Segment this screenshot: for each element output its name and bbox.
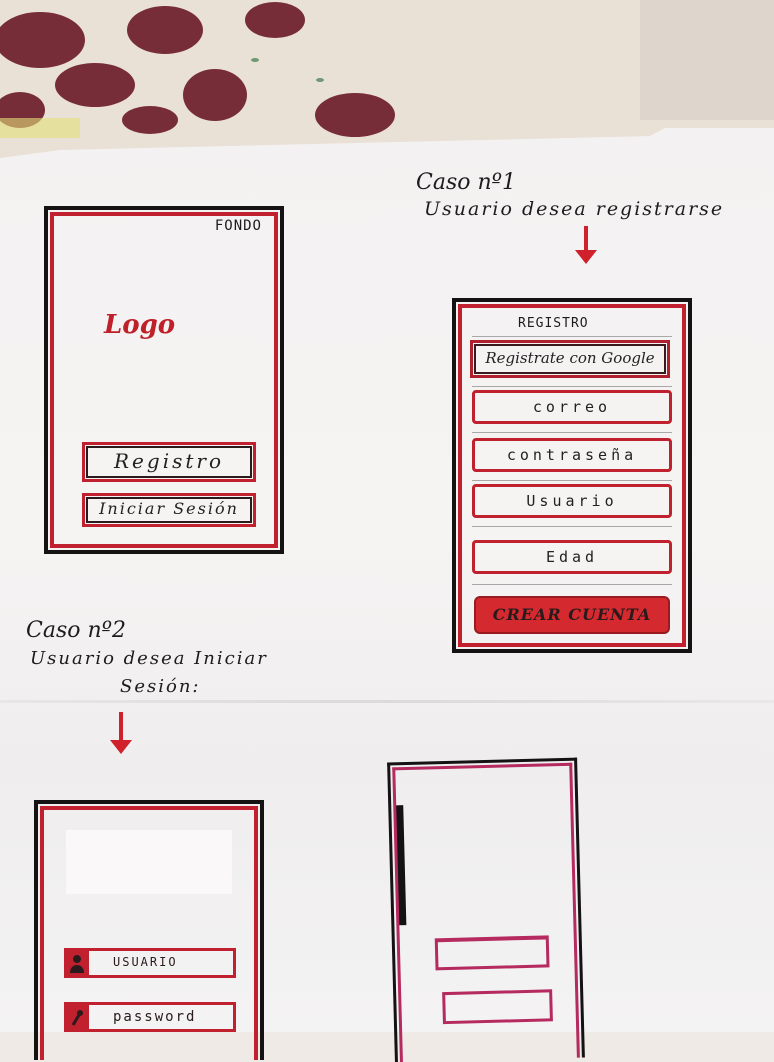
password-label: password [113,1009,197,1025]
background-note: FONDO [214,218,262,234]
username-field[interactable]: Usuario [472,484,672,518]
password-field[interactable]: contraseña [472,438,672,472]
case2-title: Caso nº2 [26,618,126,643]
logo-placeholder: Logo [104,310,176,340]
person-icon [65,949,89,977]
register-screen-mockup: REGISTRO Registrate con Google correo co… [452,298,692,653]
google-register-button[interactable]: Registrate con Google [470,340,670,378]
create-account-button[interactable]: CREAR CUENTA [474,596,670,634]
login-screen-mockup: USUARIO password [34,800,264,1060]
blank-screen-mockup [387,757,585,1062]
logo-area [66,830,232,894]
username-label: USUARIO [113,955,178,969]
username-input[interactable]: USUARIO [64,948,236,978]
case1-title: Caso nº1 [416,170,516,195]
arrow-down-icon [110,712,132,754]
case1-subtitle: Usuario desea registrarse [424,198,725,220]
blank-input-1[interactable] [434,935,550,971]
phone-side-bar [395,805,407,926]
blank-input-2[interactable] [442,989,553,1025]
login-button[interactable]: Iniciar Sesión [82,493,256,527]
email-field[interactable]: correo [472,390,672,424]
key-icon [65,1003,89,1031]
password-input[interactable]: password [64,1002,236,1032]
case2-subtitle-line1: Usuario desea Iniciar [30,648,268,669]
home-screen-mockup: FONDO Logo Registro Iniciar Sesión [44,206,284,554]
arrow-down-icon [575,226,597,264]
case2-subtitle-line2: Sesión: [120,676,201,697]
paper-fold [0,700,774,703]
age-field[interactable]: Edad [472,540,672,574]
register-button[interactable]: Registro [82,442,256,482]
register-title: REGISTRO [518,316,589,331]
